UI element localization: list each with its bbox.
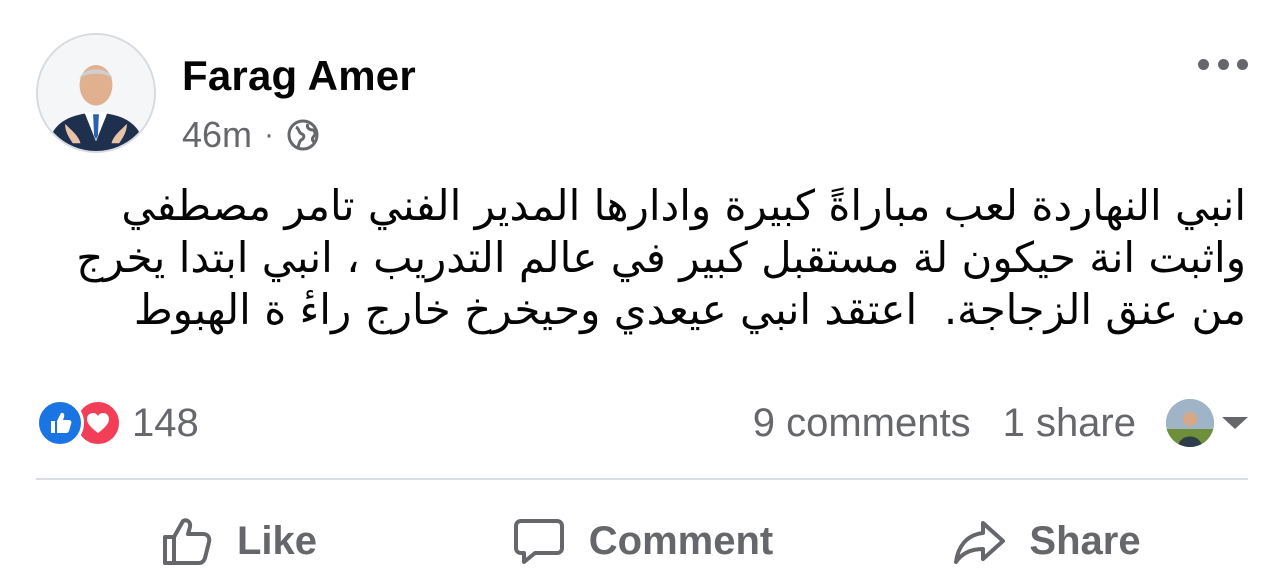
share-button[interactable]: Share	[844, 513, 1248, 569]
viewer-avatar[interactable]	[1166, 399, 1214, 447]
comment-button[interactable]: Comment	[440, 513, 844, 569]
author-name[interactable]: Farag Amer	[182, 52, 416, 100]
comment-icon	[513, 519, 564, 564]
post-actions: Like Comment Share	[36, 508, 1248, 574]
globe-icon[interactable]	[286, 118, 320, 152]
post-text: انبي النهاردة لعب مباراةً كبيرة وادارها …	[62, 181, 1246, 334]
post-meta: 46m ·	[182, 113, 320, 157]
avatar-image	[38, 35, 154, 151]
author-avatar[interactable]	[36, 33, 156, 153]
shares-count[interactable]: 1 share	[1003, 401, 1136, 446]
share-label: Share	[1029, 518, 1141, 563]
comments-count[interactable]: 9 comments	[753, 401, 971, 446]
post-time[interactable]: 46m	[182, 114, 252, 156]
engagement-stats: 9 comments 1 share	[753, 398, 1248, 448]
share-icon	[954, 521, 1006, 564]
reactions-summary[interactable]: 148	[36, 398, 199, 448]
more-dot	[1237, 58, 1248, 70]
like-reaction-icon	[36, 399, 84, 447]
audience-dropdown-icon[interactable]	[1222, 417, 1248, 429]
more-options-icon[interactable]	[1198, 52, 1248, 76]
comment-label: Comment	[588, 518, 774, 563]
thumbs-up-icon	[162, 518, 212, 565]
more-dot	[1217, 58, 1229, 70]
meta-separator: ·	[264, 118, 275, 151]
like-button[interactable]: Like	[36, 513, 440, 569]
like-label: Like	[236, 518, 318, 563]
divider	[36, 478, 1248, 480]
more-dot	[1198, 58, 1209, 70]
reaction-count: 148	[132, 400, 199, 445]
